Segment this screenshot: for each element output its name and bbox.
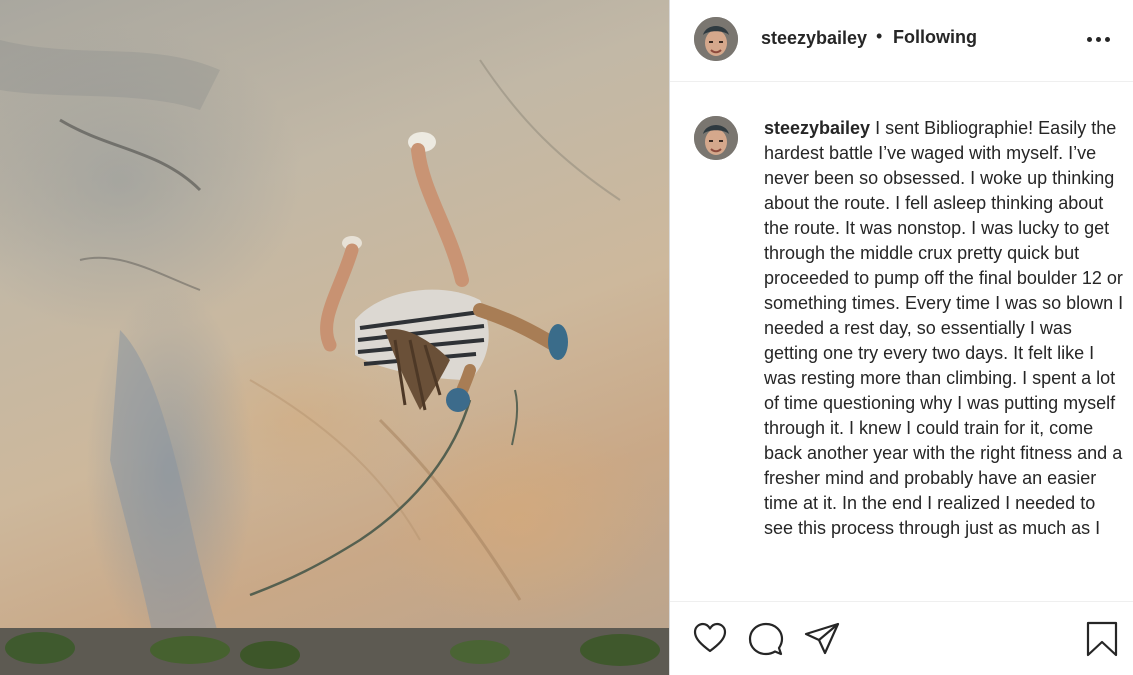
caption-text: steezybailey I sent Bibliographie! Easily… <box>764 116 1126 541</box>
username-link[interactable]: steezybailey <box>761 28 867 49</box>
avatar[interactable] <box>694 17 738 61</box>
comment-icon[interactable] <box>748 621 784 657</box>
caption-username-link[interactable]: steezybailey <box>764 118 870 138</box>
more-dot <box>1096 37 1101 42</box>
caption-body: I sent Bibliographie! Easily the hardest… <box>764 118 1124 538</box>
climber-photo-illustration <box>0 40 669 675</box>
action-bar <box>670 601 1133 675</box>
avatar-image <box>694 17 738 61</box>
separator-dot: • <box>876 26 883 46</box>
share-icon[interactable] <box>804 621 840 657</box>
following-button[interactable]: Following <box>893 27 977 48</box>
more-options-icon[interactable] <box>1086 28 1114 50</box>
more-dot <box>1105 37 1110 42</box>
post-details-panel: steezybailey • Following steezybailey I s… <box>669 0 1133 675</box>
bookmark-icon[interactable] <box>1084 621 1120 657</box>
caption-avatar[interactable] <box>694 116 738 160</box>
post-header: steezybailey • Following <box>670 0 1133 82</box>
more-dot <box>1087 37 1092 42</box>
heart-icon[interactable] <box>692 621 728 657</box>
avatar-image <box>694 116 738 160</box>
post-photo[interactable] <box>0 0 669 675</box>
